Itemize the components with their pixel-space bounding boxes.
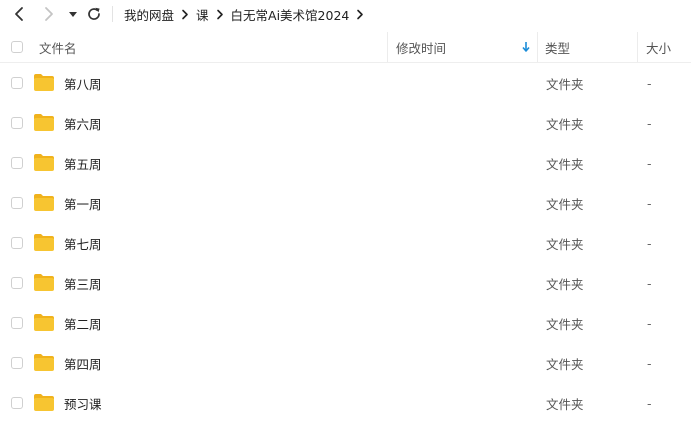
column-header-modified[interactable]: 修改时间 [396, 32, 534, 62]
file-row[interactable]: 第四周 文件夹 - [0, 343, 691, 383]
file-row[interactable]: 第一周 文件夹 - [0, 183, 691, 223]
file-type: 文件夹 [546, 396, 584, 412]
column-divider[interactable] [537, 32, 538, 62]
row-checkbox[interactable] [11, 157, 23, 169]
row-checkbox[interactable] [11, 197, 23, 209]
sort-descending-icon [522, 42, 530, 52]
folder-icon [34, 314, 54, 331]
file-name[interactable]: 第一周 [64, 183, 102, 223]
refresh-icon [88, 7, 100, 20]
history-dropdown-button[interactable] [63, 4, 83, 24]
file-size: - [647, 195, 652, 211]
row-checkbox[interactable] [11, 397, 23, 409]
file-row[interactable]: 第三周 文件夹 - [0, 263, 691, 303]
folder-icon [34, 274, 54, 291]
file-row[interactable]: 预习课 文件夹 - [0, 383, 691, 423]
row-checkbox[interactable] [11, 277, 23, 289]
file-list-header: 文件名 修改时间 类型 大小 [0, 32, 691, 63]
column-divider[interactable] [387, 32, 388, 62]
column-header-size[interactable]: 大小 [646, 32, 671, 62]
file-size: - [647, 155, 652, 171]
file-type: 文件夹 [546, 316, 584, 332]
file-row[interactable]: 第二周 文件夹 - [0, 303, 691, 343]
folder-icon [34, 354, 54, 371]
file-name[interactable]: 第六周 [64, 103, 102, 143]
back-button[interactable] [9, 4, 29, 24]
file-size: - [647, 355, 652, 371]
file-name[interactable]: 第七周 [64, 223, 102, 263]
file-type: 文件夹 [546, 276, 584, 292]
refresh-button[interactable] [84, 4, 104, 24]
folder-icon [34, 394, 54, 411]
breadcrumb-item-course[interactable]: 课 [196, 5, 209, 24]
file-name[interactable]: 第三周 [64, 263, 102, 303]
file-name[interactable]: 第二周 [64, 303, 102, 343]
file-type: 文件夹 [546, 196, 584, 212]
file-type: 文件夹 [546, 76, 584, 92]
folder-icon [34, 194, 54, 211]
row-checkbox[interactable] [11, 77, 23, 89]
file-name[interactable]: 第四周 [64, 343, 102, 383]
file-size: - [647, 115, 652, 131]
forward-button[interactable] [39, 4, 59, 24]
folder-icon [34, 114, 54, 131]
file-size: - [647, 235, 652, 251]
select-all-checkbox[interactable] [11, 41, 23, 53]
chevron-left-icon [15, 7, 23, 21]
row-checkbox[interactable] [11, 317, 23, 329]
file-name[interactable]: 第八周 [64, 63, 102, 103]
folder-icon [34, 154, 54, 171]
chevron-right-icon [216, 9, 224, 20]
breadcrumb: 我的网盘 课 白无常Ai美术馆2024 [124, 5, 371, 23]
file-name[interactable]: 第五周 [64, 143, 102, 183]
file-size: - [647, 395, 652, 411]
chevron-right-icon [356, 9, 364, 20]
file-size: - [647, 275, 652, 291]
column-header-name[interactable]: 文件名 [39, 32, 77, 62]
file-name[interactable]: 预习课 [64, 383, 102, 423]
toolbar-divider [112, 6, 113, 22]
file-row[interactable]: 第六周 文件夹 - [0, 103, 691, 143]
row-checkbox[interactable] [11, 237, 23, 249]
row-checkbox[interactable] [11, 117, 23, 129]
file-type: 文件夹 [546, 236, 584, 252]
file-size: - [647, 315, 652, 331]
chevron-right-icon [45, 7, 53, 21]
toolbar: 我的网盘 课 白无常Ai美术馆2024 [0, 0, 691, 28]
folder-icon [34, 234, 54, 251]
file-size: - [647, 75, 652, 91]
breadcrumb-item-current[interactable]: 白无常Ai美术馆2024 [231, 5, 350, 24]
file-row[interactable]: 第五周 文件夹 - [0, 143, 691, 183]
file-type: 文件夹 [546, 116, 584, 132]
folder-icon [34, 74, 54, 91]
file-type: 文件夹 [546, 156, 584, 172]
file-type: 文件夹 [546, 356, 584, 372]
file-row[interactable]: 第七周 文件夹 - [0, 223, 691, 263]
row-checkbox[interactable] [11, 357, 23, 369]
chevron-right-icon [181, 9, 189, 20]
column-header-type[interactable]: 类型 [545, 32, 570, 62]
column-divider[interactable] [637, 32, 638, 62]
caret-down-icon [69, 12, 77, 17]
breadcrumb-item-root[interactable]: 我的网盘 [124, 5, 174, 24]
file-row[interactable]: 第八周 文件夹 - [0, 63, 691, 103]
